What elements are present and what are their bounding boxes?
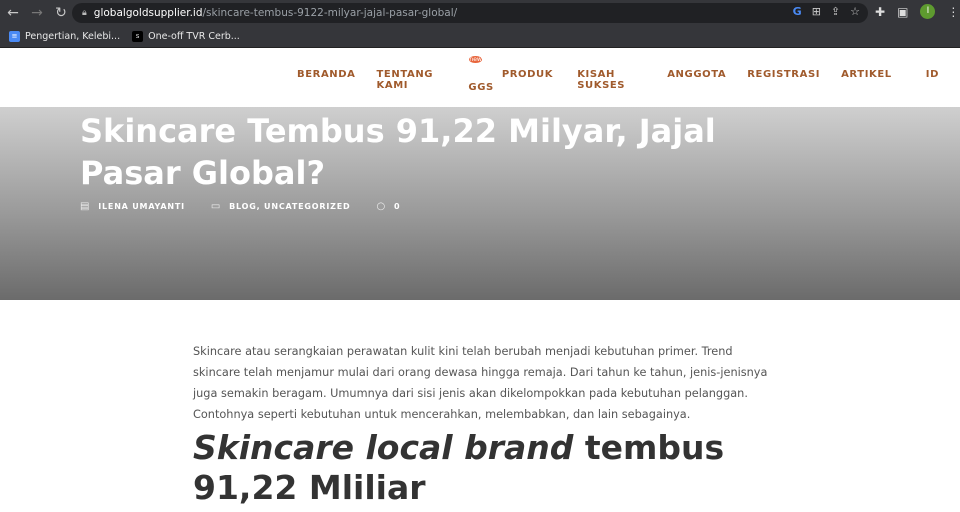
translate-icon[interactable]: ⊞ [812, 5, 821, 18]
bookmark-label: One-off TVR Cerb... [148, 31, 240, 42]
profile-avatar[interactable]: I [920, 4, 936, 19]
bookmarks-bar: ≡ Pengertian, Kelebi... s One-off TVR Cerb… [0, 26, 960, 48]
address-bar[interactable]: 🔒︎ globalgoldsupplier.id/skincare-tembus… [72, 3, 868, 23]
nav-label: PRODUK GGS [468, 69, 554, 93]
post-hero: Skincare Tembus 91,22 Milyar, Jajal Pasa… [0, 107, 960, 300]
google-icon[interactable]: G [793, 5, 802, 18]
reload-icon[interactable]: ↻ [50, 5, 72, 21]
bookmark-label: Pengertian, Kelebi... [25, 31, 121, 42]
nav-registrasi[interactable]: REGISTRASI [747, 69, 820, 93]
language-switch[interactable]: ID [926, 69, 939, 93]
site-header: BERANDA TENTANG KAMI new PRODUK GGS KISAH… [0, 49, 960, 107]
site-icon: s [132, 31, 144, 42]
author-icon: ▤ [80, 201, 91, 212]
post-paragraph: Skincare atau serangkaian perawatan kuli… [193, 345, 768, 421]
url-host: globalgoldsupplier.id [93, 7, 203, 19]
post-categories[interactable]: BLOG, UNCATEGORIZED [229, 202, 350, 211]
docs-icon: ≡ [9, 31, 20, 42]
nav-kisah-sukses[interactable]: KISAH SUKSES [577, 69, 646, 93]
post-meta: ▤ ILENA UMAYANTI ▭ BLOG, UNCATEGORIZED ○… [80, 201, 400, 212]
nav-produk-ggs[interactable]: new PRODUK GGS [468, 56, 556, 93]
share-icon[interactable]: ⇪ [831, 5, 840, 18]
new-badge: new [469, 56, 482, 63]
url-path: /skincare-tembus-9122-milyar-jajal-pasar… [202, 7, 458, 19]
post-author[interactable]: ILENA UMAYANTI [98, 202, 185, 211]
sidebar-icon[interactable]: ▣ [897, 5, 908, 19]
forward-icon[interactable]: → [26, 5, 48, 21]
nav-tentang-kami[interactable]: TENTANG KAMI [377, 69, 448, 93]
browser-toolbar: ← → ↻ 🔒︎ globalgoldsupplier.id/skincare-… [0, 0, 960, 26]
comment-count[interactable]: 0 [394, 202, 400, 211]
subheading-italic: Skincare local brand [193, 428, 574, 467]
star-icon[interactable]: ☆ [850, 5, 860, 18]
back-icon[interactable]: ← [2, 5, 24, 21]
bookmark-item[interactable]: s One-off TVR Cerb... [132, 31, 240, 42]
lock-icon: 🔒︎ [82, 8, 87, 18]
menu-icon[interactable]: ⋮ [947, 5, 959, 19]
nav-anggota[interactable]: ANGGOTA [667, 69, 726, 93]
nav-beranda[interactable]: BERANDA [297, 69, 356, 93]
bookmark-item[interactable]: ≡ Pengertian, Kelebi... [9, 31, 120, 42]
main-nav: BERANDA TENTANG KAMI new PRODUK GGS KISAH… [297, 56, 960, 93]
comment-icon: ○ [376, 201, 386, 212]
folder-icon: ▭ [210, 201, 222, 212]
nav-artikel[interactable]: ARTIKEL [841, 69, 892, 93]
post-title: Skincare Tembus 91,22 Milyar, Jajal Pasa… [80, 112, 716, 192]
extensions-icon[interactable]: ✚ [875, 5, 885, 19]
post-subheading: Skincare local brand tembus 91,22 Mlilia… [193, 428, 793, 508]
